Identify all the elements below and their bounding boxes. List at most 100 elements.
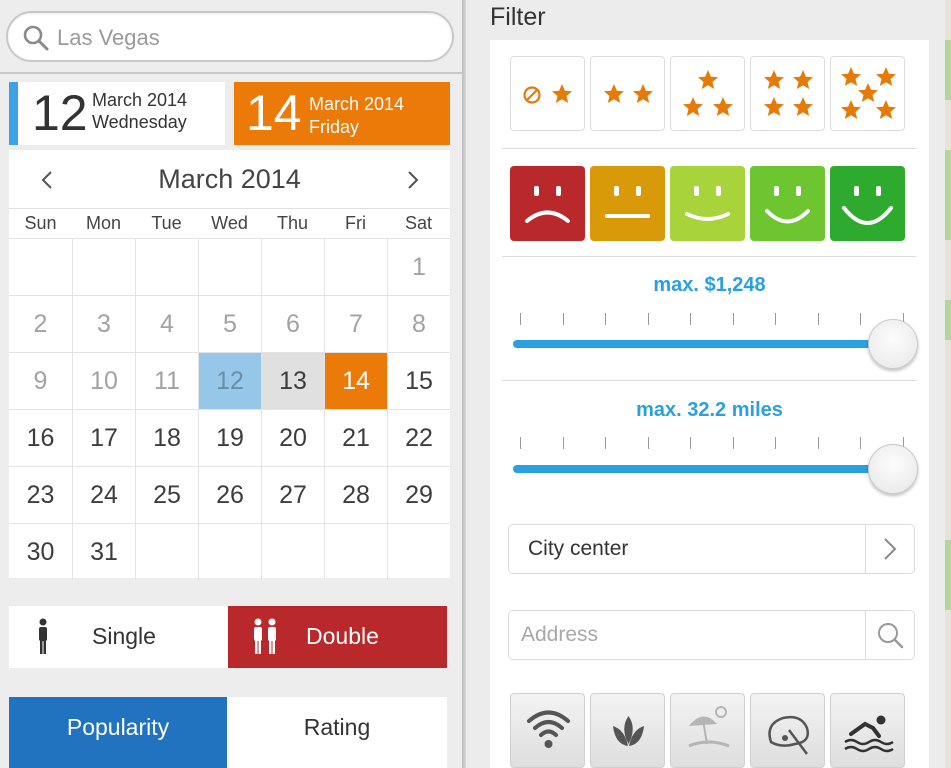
address-search-button[interactable] [865, 611, 914, 659]
beach-icon [688, 706, 730, 748]
amenity-pool-button[interactable] [830, 693, 905, 768]
calendar-empty-cell [135, 523, 198, 580]
star-filter-5[interactable] [830, 56, 905, 131]
calendar-day: 10 [72, 352, 135, 409]
sort-popularity-button[interactable]: Popularity [9, 697, 227, 768]
calendar-day: 11 [135, 352, 198, 409]
five-stars-icon [841, 67, 896, 119]
search-input[interactable]: Las Vegas [6, 11, 454, 62]
calendar-day: 1 [387, 238, 450, 295]
calendar-day[interactable]: 13 [261, 352, 324, 409]
sort-rating-button[interactable]: Rating [227, 697, 447, 768]
single-room-button[interactable]: Single [9, 606, 228, 668]
slider-tick [605, 437, 606, 449]
calendar-day-number: 10 [90, 367, 118, 395]
price-slider-handle[interactable] [868, 319, 918, 369]
start-weekday: Wednesday [92, 112, 187, 132]
rating-very-good-button[interactable] [830, 166, 905, 241]
calendar-day[interactable]: 31 [72, 523, 135, 580]
calendar-day-number: 6 [286, 310, 300, 338]
calendar-day[interactable]: 29 [387, 466, 450, 523]
three-stars-icon [683, 70, 733, 116]
double-room-label: Double [306, 623, 379, 649]
calendar-month-title: March 2014 [158, 164, 301, 194]
calendar-empty-cell [324, 238, 387, 295]
spa-icon [613, 716, 644, 746]
slider-tick [562, 313, 564, 325]
location-chevron-button[interactable] [865, 525, 914, 573]
calendar-day-number: 1 [412, 253, 426, 281]
calendar-day[interactable]: 25 [135, 466, 198, 523]
double-room-button[interactable]: Double [228, 606, 447, 668]
calendar-day[interactable]: 22 [387, 409, 450, 466]
calendar-empty-cell [72, 238, 135, 295]
calendar-day[interactable]: 16 [9, 409, 72, 466]
rating-neutral-button[interactable] [590, 166, 665, 241]
price-slider-label: max. $1,248 [653, 274, 766, 296]
amenity-spa-button[interactable] [590, 693, 665, 768]
slider-tick [732, 313, 734, 325]
calendar-day[interactable]: 26 [198, 466, 261, 523]
slider-tick [775, 437, 776, 449]
slider-tick [562, 437, 564, 449]
star-filter-none[interactable] [510, 56, 585, 131]
address-input[interactable]: Address [508, 610, 915, 660]
amenity-beach-button[interactable] [670, 693, 745, 768]
price-slider-track[interactable] [513, 340, 891, 348]
wifi-icon [527, 710, 570, 748]
weekday-label: Fri [345, 213, 366, 233]
calendar-day-number: 24 [90, 481, 118, 509]
calendar-day-number: 15 [405, 367, 433, 395]
weekday-label: Tue [151, 213, 182, 233]
calendar-day[interactable]: 23 [9, 466, 72, 523]
calendar-day-number: 30 [26, 538, 55, 566]
end-date-box[interactable]: 14 March 2014 Friday [234, 82, 450, 145]
star-filter-3[interactable] [670, 56, 745, 131]
rating-very-bad-button[interactable] [510, 166, 585, 241]
filter-card: max. $1,248 max. 32.2 miles City center … [490, 40, 929, 768]
calendar-day[interactable]: 12 [198, 352, 261, 409]
slider-tick [647, 437, 649, 449]
calendar-day[interactable]: 19 [198, 409, 261, 466]
distance-slider-track[interactable] [513, 465, 891, 473]
calendar-day: 7 [324, 295, 387, 352]
distance-slider-handle[interactable] [868, 444, 918, 494]
big-smile-face-icon [842, 186, 893, 225]
calendar-day[interactable]: 24 [72, 466, 135, 523]
start-date-box[interactable]: 12 March 2014 Wednesday [9, 82, 225, 145]
calendar-day[interactable]: 30 [9, 523, 72, 580]
rating-ok-button[interactable] [670, 166, 745, 241]
chevron-right-icon[interactable] [401, 168, 425, 192]
calendar-day-number: 16 [26, 424, 55, 452]
calendar-day[interactable]: 21 [324, 409, 387, 466]
calendar-day[interactable]: 15 [387, 352, 450, 409]
sort-rating-label: Rating [303, 714, 371, 740]
two-persons-icon [254, 618, 276, 654]
star-filter-4[interactable] [750, 56, 825, 131]
amenity-wifi-button[interactable] [510, 693, 585, 768]
divider [502, 148, 916, 149]
location-select[interactable]: City center [508, 524, 915, 574]
slider-tick [775, 313, 776, 325]
rating-good-button[interactable] [750, 166, 825, 241]
star-filter-2[interactable] [590, 56, 665, 131]
slider-tick [520, 313, 521, 325]
four-stars-icon [764, 70, 813, 116]
slider-tick [732, 437, 734, 449]
end-day: 14 [246, 85, 302, 141]
calendar-day-number: 21 [342, 424, 370, 452]
weekday-label: Sat [404, 213, 433, 233]
calendar-empty-cell [9, 238, 72, 295]
slider-tick [817, 313, 819, 325]
slider-tick [817, 437, 819, 449]
calendar-day-number: 28 [342, 481, 370, 509]
calendar-day[interactable]: 27 [261, 466, 324, 523]
calendar-day[interactable]: 18 [135, 409, 198, 466]
calendar-day-number: 29 [405, 481, 433, 509]
calendar-day[interactable]: 20 [261, 409, 324, 466]
calendar-day[interactable]: 14 [324, 352, 387, 409]
calendar-day[interactable]: 17 [72, 409, 135, 466]
amenity-golf-button[interactable] [750, 693, 825, 768]
pool-icon [844, 715, 894, 753]
calendar-day[interactable]: 28 [324, 466, 387, 523]
